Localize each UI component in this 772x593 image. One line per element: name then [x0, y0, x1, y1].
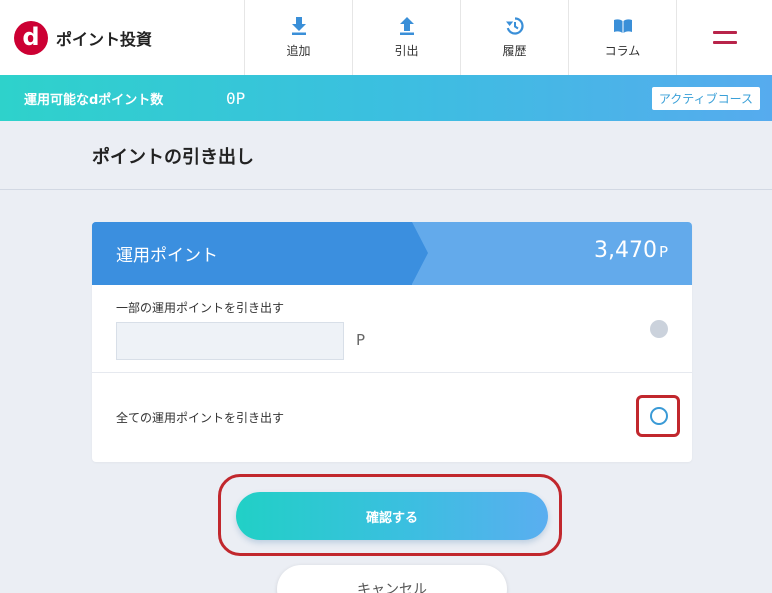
card-title: 運用ポイント [116, 246, 218, 266]
option-all-label: 全ての運用ポイントを引き出す [116, 411, 285, 425]
card-header: 運用ポイント 3,470 P [92, 222, 692, 285]
partial-amount-unit: P [356, 331, 366, 349]
nav-history-label: 履歴 [502, 44, 527, 58]
nav-column[interactable]: コラム [569, 0, 677, 75]
history-icon [505, 16, 525, 36]
nav-add[interactable]: 追加 [245, 0, 353, 75]
available-points-label: 運用可能なdポイント数 [24, 92, 164, 108]
hamburger-menu-icon[interactable] [677, 0, 772, 75]
option-partial-radio[interactable] [650, 320, 668, 338]
title-band: ポイントの引き出し [0, 121, 772, 190]
available-points-bar: 運用可能なdポイント数 0P アクティブコース [0, 75, 772, 121]
option-all-radio[interactable] [650, 407, 668, 425]
download-arrow-icon [289, 16, 309, 36]
logo[interactable]: d ポイント投資 [0, 0, 245, 75]
withdraw-card: 運用ポイント 3,470 P 一部の運用ポイントを引き出す P 全ての運用ポイント… [92, 222, 692, 462]
available-points-value: 0P [226, 88, 246, 108]
nav-column-label: コラム [604, 44, 641, 58]
nav-withdraw[interactable]: 引出 [353, 0, 461, 75]
menu-bar [712, 31, 737, 34]
card-points-number: 3,470 [593, 238, 657, 263]
partial-amount-input[interactable] [116, 322, 344, 360]
menu-bar [712, 41, 737, 44]
nav-add-label: 追加 [286, 44, 311, 58]
app-header: d ポイント投資 追加 引出 履歴 コラム [0, 0, 772, 75]
option-all[interactable]: 全ての運用ポイントを引き出す [92, 373, 692, 462]
card-header-arrow [412, 222, 428, 284]
cancel-button[interactable]: キャンセル [277, 565, 507, 593]
card-points-value: 3,470 P [594, 238, 668, 263]
course-badge[interactable]: アクティブコース [651, 87, 760, 110]
nav-history[interactable]: 履歴 [461, 0, 569, 75]
d-point-logo-icon: d [14, 20, 48, 55]
book-icon [613, 16, 633, 36]
page-title: ポイントの引き出し [92, 147, 254, 168]
nav-withdraw-label: 引出 [394, 44, 419, 58]
upload-arrow-icon [397, 16, 417, 36]
confirm-button[interactable]: 確認する [236, 492, 548, 540]
logo-text: ポイント投資 [56, 29, 153, 49]
option-partial[interactable]: 一部の運用ポイントを引き出す P [92, 285, 692, 373]
card-points-unit: P [658, 243, 668, 261]
option-partial-label: 一部の運用ポイントを引き出す [116, 301, 285, 315]
